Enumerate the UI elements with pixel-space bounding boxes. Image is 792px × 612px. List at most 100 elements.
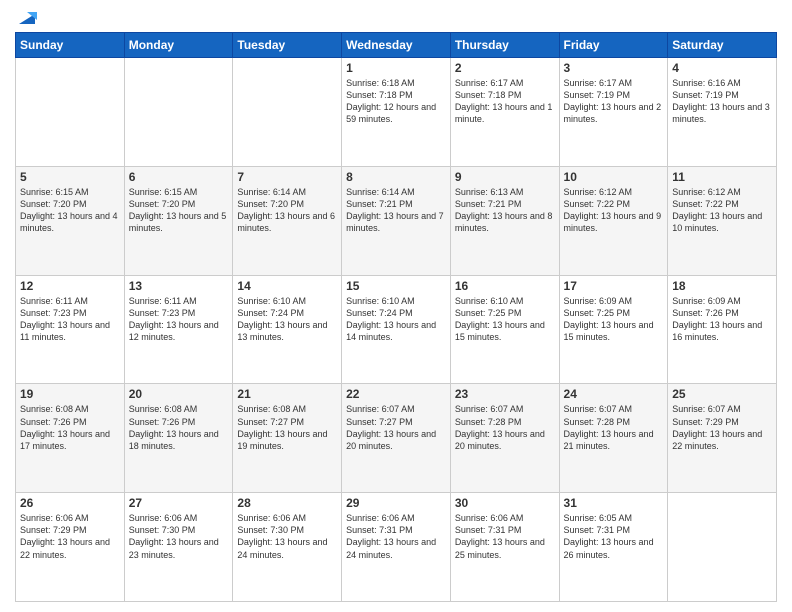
day-info: Sunrise: 6:06 AMSunset: 7:31 PMDaylight:… — [455, 512, 555, 561]
day-info: Sunrise: 6:08 AMSunset: 7:26 PMDaylight:… — [129, 403, 229, 452]
calendar-cell: 17Sunrise: 6:09 AMSunset: 7:25 PMDayligh… — [559, 275, 668, 384]
day-info: Sunrise: 6:07 AMSunset: 7:27 PMDaylight:… — [346, 403, 446, 452]
day-number: 30 — [455, 496, 555, 510]
calendar-cell: 18 Sunrise: 6:09 AMSunset: 7:26 PMDayligh… — [668, 275, 777, 384]
day-info: Sunrise: 6:17 AMSunset: 7:18 PMDaylight:… — [455, 77, 555, 126]
day-number: 19 — [20, 387, 120, 401]
calendar-page: SundayMondayTuesdayWednesdayThursdayFrid… — [0, 0, 792, 612]
day-number: 22 — [346, 387, 446, 401]
day-info: Sunrise: 6:10 AMSunset: 7:24 PMDaylight:… — [346, 295, 446, 344]
day-info: Sunrise: 6:08 AMSunset: 7:26 PMDaylight:… — [20, 403, 120, 452]
day-number: 7 — [237, 170, 337, 184]
calendar-cell: 19 Sunrise: 6:08 AMSunset: 7:26 PMDayligh… — [16, 384, 125, 493]
day-number: 12 — [20, 279, 120, 293]
calendar-cell: 7 Sunrise: 6:14 AMSunset: 7:20 PMDaylight… — [233, 166, 342, 275]
calendar-cell: 13 Sunrise: 6:11 AMSunset: 7:23 PMDayligh… — [124, 275, 233, 384]
day-number: 26 — [20, 496, 120, 510]
day-number: 15 — [346, 279, 446, 293]
calendar-week-1: 1Sunrise: 6:18 AMSunset: 7:18 PMDaylight… — [16, 58, 777, 167]
day-info: Sunrise: 6:14 AMSunset: 7:21 PMDaylight:… — [346, 186, 446, 235]
day-info: Sunrise: 6:07 AMSunset: 7:28 PMDaylight:… — [455, 403, 555, 452]
day-info: Sunrise: 6:10 AMSunset: 7:24 PMDaylight:… — [237, 295, 337, 344]
calendar-cell: 6 Sunrise: 6:15 AMSunset: 7:20 PMDaylight… — [124, 166, 233, 275]
calendar-cell: 25Sunrise: 6:07 AMSunset: 7:29 PMDayligh… — [668, 384, 777, 493]
weekday-header-wednesday: Wednesday — [342, 33, 451, 58]
day-number: 18 — [672, 279, 772, 293]
day-info: Sunrise: 6:12 AMSunset: 7:22 PMDaylight:… — [564, 186, 664, 235]
day-number: 2 — [455, 61, 555, 75]
day-info: Sunrise: 6:06 AMSunset: 7:29 PMDaylight:… — [20, 512, 120, 561]
calendar-cell: 16 Sunrise: 6:10 AMSunset: 7:25 PMDayligh… — [450, 275, 559, 384]
day-info: Sunrise: 6:07 AMSunset: 7:29 PMDaylight:… — [672, 403, 772, 452]
weekday-header-friday: Friday — [559, 33, 668, 58]
day-info: Sunrise: 6:13 AMSunset: 7:21 PMDaylight:… — [455, 186, 555, 235]
calendar-cell: 5Sunrise: 6:15 AMSunset: 7:20 PMDaylight… — [16, 166, 125, 275]
calendar-cell: 30 Sunrise: 6:06 AMSunset: 7:31 PMDayligh… — [450, 493, 559, 602]
calendar-cell: 23 Sunrise: 6:07 AMSunset: 7:28 PMDayligh… — [450, 384, 559, 493]
day-number: 31 — [564, 496, 664, 510]
day-info: Sunrise: 6:08 AMSunset: 7:27 PMDaylight:… — [237, 403, 337, 452]
calendar-cell: 3 Sunrise: 6:17 AMSunset: 7:19 PMDaylight… — [559, 58, 668, 167]
calendar-cell: 12 Sunrise: 6:11 AMSunset: 7:23 PMDayligh… — [16, 275, 125, 384]
day-info: Sunrise: 6:16 AMSunset: 7:19 PMDaylight:… — [672, 77, 772, 126]
calendar-week-2: 5Sunrise: 6:15 AMSunset: 7:20 PMDaylight… — [16, 166, 777, 275]
calendar-cell: 20Sunrise: 6:08 AMSunset: 7:26 PMDayligh… — [124, 384, 233, 493]
calendar-cell — [233, 58, 342, 167]
day-info: Sunrise: 6:09 AMSunset: 7:25 PMDaylight:… — [564, 295, 664, 344]
calendar-cell: 10Sunrise: 6:12 AMSunset: 7:22 PMDayligh… — [559, 166, 668, 275]
weekday-header-sunday: Sunday — [16, 33, 125, 58]
calendar-cell: 1Sunrise: 6:18 AMSunset: 7:18 PMDaylight… — [342, 58, 451, 167]
calendar-cell — [668, 493, 777, 602]
day-info: Sunrise: 6:11 AMSunset: 7:23 PMDaylight:… — [20, 295, 120, 344]
day-number: 8 — [346, 170, 446, 184]
day-info: Sunrise: 6:14 AMSunset: 7:20 PMDaylight:… — [237, 186, 337, 235]
calendar-cell: 29 Sunrise: 6:06 AMSunset: 7:31 PMDayligh… — [342, 493, 451, 602]
calendar-cell: 9 Sunrise: 6:13 AMSunset: 7:21 PMDaylight… — [450, 166, 559, 275]
calendar-cell: 2 Sunrise: 6:17 AMSunset: 7:18 PMDaylight… — [450, 58, 559, 167]
day-info: Sunrise: 6:07 AMSunset: 7:28 PMDaylight:… — [564, 403, 664, 452]
logo-icon — [17, 10, 37, 26]
calendar-cell: 26 Sunrise: 6:06 AMSunset: 7:29 PMDayligh… — [16, 493, 125, 602]
day-info: Sunrise: 6:05 AMSunset: 7:31 PMDaylight:… — [564, 512, 664, 561]
day-number: 6 — [129, 170, 229, 184]
calendar-cell: 31 Sunrise: 6:05 AMSunset: 7:31 PMDayligh… — [559, 493, 668, 602]
day-info: Sunrise: 6:12 AMSunset: 7:22 PMDaylight:… — [672, 186, 772, 235]
header — [15, 10, 777, 26]
day-info: Sunrise: 6:06 AMSunset: 7:31 PMDaylight:… — [346, 512, 446, 561]
day-number: 11 — [672, 170, 772, 184]
weekday-row: SundayMondayTuesdayWednesdayThursdayFrid… — [16, 33, 777, 58]
calendar-week-5: 26 Sunrise: 6:06 AMSunset: 7:29 PMDayligh… — [16, 493, 777, 602]
calendar-cell: 11 Sunrise: 6:12 AMSunset: 7:22 PMDayligh… — [668, 166, 777, 275]
day-number: 13 — [129, 279, 229, 293]
calendar-cell: 24 Sunrise: 6:07 AMSunset: 7:28 PMDayligh… — [559, 384, 668, 493]
calendar-cell — [16, 58, 125, 167]
calendar-cell: 21Sunrise: 6:08 AMSunset: 7:27 PMDayligh… — [233, 384, 342, 493]
day-info: Sunrise: 6:11 AMSunset: 7:23 PMDaylight:… — [129, 295, 229, 344]
day-number: 24 — [564, 387, 664, 401]
day-number: 4 — [672, 61, 772, 75]
day-number: 16 — [455, 279, 555, 293]
day-info: Sunrise: 6:09 AMSunset: 7:26 PMDaylight:… — [672, 295, 772, 344]
day-info: Sunrise: 6:15 AMSunset: 7:20 PMDaylight:… — [129, 186, 229, 235]
day-number: 9 — [455, 170, 555, 184]
calendar-cell: 28Sunrise: 6:06 AMSunset: 7:30 PMDayligh… — [233, 493, 342, 602]
day-info: Sunrise: 6:10 AMSunset: 7:25 PMDaylight:… — [455, 295, 555, 344]
day-number: 1 — [346, 61, 446, 75]
weekday-header-monday: Monday — [124, 33, 233, 58]
calendar-week-4: 19 Sunrise: 6:08 AMSunset: 7:26 PMDayligh… — [16, 384, 777, 493]
calendar-cell: 15 Sunrise: 6:10 AMSunset: 7:24 PMDayligh… — [342, 275, 451, 384]
day-info: Sunrise: 6:17 AMSunset: 7:19 PMDaylight:… — [564, 77, 664, 126]
calendar-header: SundayMondayTuesdayWednesdayThursdayFrid… — [16, 33, 777, 58]
logo — [15, 10, 37, 26]
day-number: 23 — [455, 387, 555, 401]
calendar-cell: 27Sunrise: 6:06 AMSunset: 7:30 PMDayligh… — [124, 493, 233, 602]
day-number: 14 — [237, 279, 337, 293]
weekday-header-thursday: Thursday — [450, 33, 559, 58]
day-number: 3 — [564, 61, 664, 75]
calendar-week-3: 12 Sunrise: 6:11 AMSunset: 7:23 PMDayligh… — [16, 275, 777, 384]
calendar-cell: 22 Sunrise: 6:07 AMSunset: 7:27 PMDayligh… — [342, 384, 451, 493]
weekday-header-saturday: Saturday — [668, 33, 777, 58]
day-number: 29 — [346, 496, 446, 510]
calendar-cell — [124, 58, 233, 167]
calendar-cell: 8 Sunrise: 6:14 AMSunset: 7:21 PMDaylight… — [342, 166, 451, 275]
